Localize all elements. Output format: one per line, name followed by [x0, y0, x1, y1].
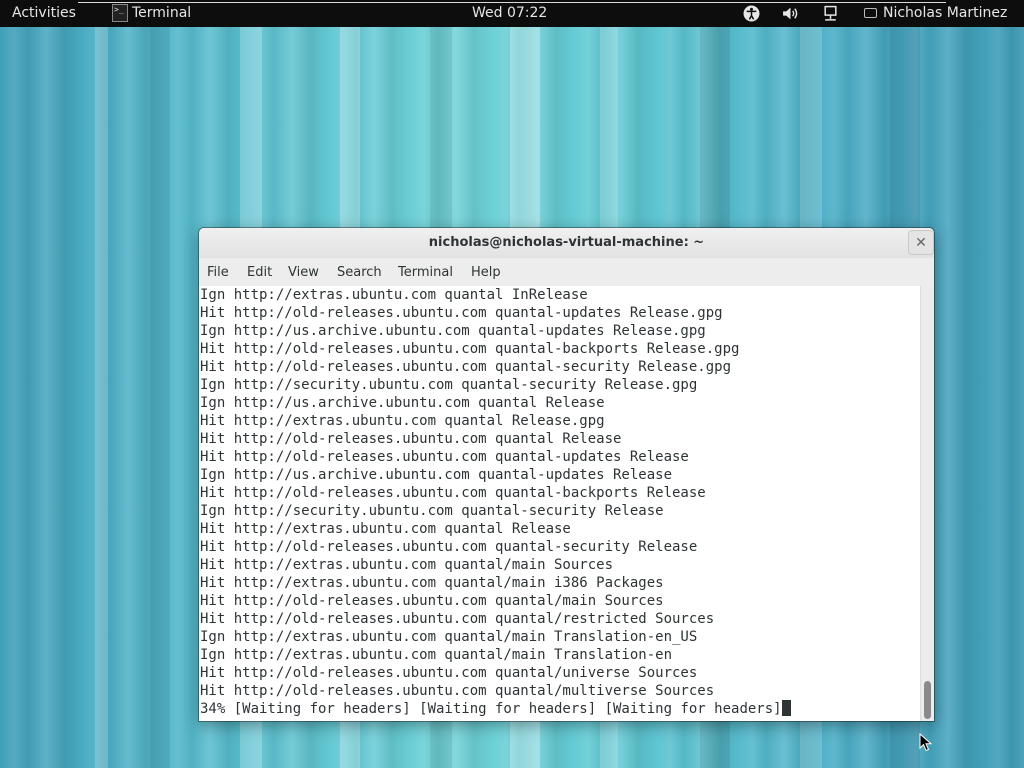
terminal-line: Hit http://old-releases.ubuntu.com quant… — [200, 449, 689, 465]
text-cursor — [781, 700, 791, 716]
menu-view[interactable]: View — [288, 258, 319, 288]
window-title: nicholas@nicholas-virtual-machine: ~ — [428, 235, 705, 250]
terminal-output[interactable]: Ign http://extras.ubuntu.com quantal InR… — [199, 286, 920, 721]
terminal-icon: >_ — [112, 4, 128, 22]
terminal-line: Hit http://old-releases.ubuntu.com quant… — [200, 431, 622, 447]
terminal-line: Ign http://extras.ubuntu.com quantal InR… — [200, 287, 588, 303]
progress-text: 34% [Waiting for headers] [Waiting for h… — [200, 701, 782, 717]
terminal-line: Hit http://old-releases.ubuntu.com quant… — [200, 611, 715, 627]
close-button[interactable]: ✕ — [908, 230, 934, 255]
user-menu[interactable]: Nicholas Martinez — [863, 0, 1007, 27]
terminal-line: Hit http://old-releases.ubuntu.com quant… — [200, 485, 706, 501]
menu-edit[interactable]: Edit — [247, 258, 272, 288]
terminal-line: Hit http://extras.ubuntu.com quantal/mai… — [200, 557, 614, 573]
terminal-line: Ign http://extras.ubuntu.com quantal/mai… — [200, 647, 673, 663]
activities-button[interactable]: Activities — [12, 0, 76, 27]
terminal-line: Ign http://us.archive.ubuntu.com quantal… — [200, 323, 706, 339]
terminal-line: Hit http://old-releases.ubuntu.com quant… — [200, 359, 732, 375]
clock[interactable]: Wed 07:22 — [472, 0, 547, 27]
user-name: Nicholas Martinez — [883, 5, 1008, 21]
terminal-line: Hit http://old-releases.ubuntu.com quant… — [200, 341, 740, 357]
volume-icon[interactable] — [782, 5, 799, 22]
terminal-line: Ign http://security.ubuntu.com quantal-s… — [200, 503, 664, 519]
app-menu-label: Terminal — [132, 5, 192, 21]
progress-line: 34% [Waiting for headers] [Waiting for h… — [200, 700, 920, 718]
terminal-scrollbar[interactable] — [920, 286, 934, 721]
app-menu-button[interactable]: >_ Terminal — [110, 0, 191, 27]
terminal-line: Hit http://old-releases.ubuntu.com quant… — [200, 539, 698, 555]
chat-icon — [864, 8, 877, 18]
menu-terminal[interactable]: Terminal — [398, 258, 453, 288]
terminal-line: Hit http://extras.ubuntu.com quantal Rel… — [200, 413, 605, 429]
accessibility-icon[interactable] — [743, 5, 760, 22]
terminal-window: nicholas@nicholas-virtual-machine: ~ ✕ F… — [199, 228, 934, 721]
close-icon: ✕ — [915, 235, 927, 251]
terminal-line: Ign http://security.ubuntu.com quantal-s… — [200, 377, 698, 393]
mouse-pointer-icon — [919, 733, 933, 752]
terminal-line: Hit http://extras.ubuntu.com quantal Rel… — [200, 521, 571, 537]
menu-search[interactable]: Search — [337, 258, 382, 288]
terminal-line: Hit http://old-releases.ubuntu.com quant… — [200, 305, 723, 321]
top-bar: Activities >_ Terminal Wed 07:22 Nichola… — [0, 0, 1024, 27]
terminal-line: Hit http://old-releases.ubuntu.com quant… — [200, 593, 664, 609]
terminal-line: Hit http://old-releases.ubuntu.com quant… — [200, 665, 698, 681]
window-titlebar[interactable]: nicholas@nicholas-virtual-machine: ~ ✕ — [199, 228, 934, 258]
menu-bar: File Edit View Search Terminal Help — [199, 258, 934, 287]
terminal-line: Hit http://extras.ubuntu.com quantal/mai… — [200, 575, 664, 591]
menu-file[interactable]: File — [207, 258, 229, 288]
terminal-line: Ign http://us.archive.ubuntu.com quantal… — [200, 395, 605, 411]
terminal-line: Ign http://extras.ubuntu.com quantal/mai… — [200, 629, 698, 645]
terminal-line: Ign http://us.archive.ubuntu.com quantal… — [200, 467, 673, 483]
menu-help[interactable]: Help — [471, 258, 501, 288]
terminal-line: Hit http://old-releases.ubuntu.com quant… — [200, 683, 715, 699]
network-icon[interactable] — [822, 5, 839, 22]
scrollbar-thumb[interactable] — [924, 681, 931, 719]
